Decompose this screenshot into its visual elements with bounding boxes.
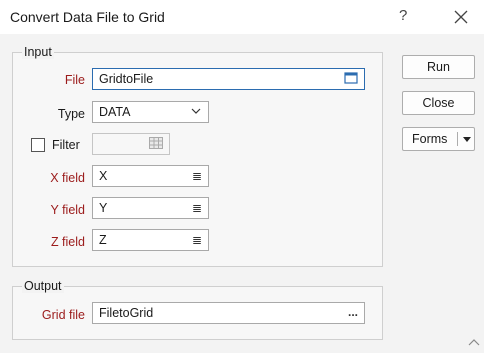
chevron-down-icon	[190, 104, 202, 121]
input-group-label: Input	[22, 45, 54, 59]
run-button[interactable]: Run	[402, 55, 475, 79]
file-label: File	[64, 73, 85, 87]
close-window-button[interactable]	[449, 5, 473, 29]
grid-file-value: FiletoGrid	[99, 306, 154, 320]
x-field-label: X field	[50, 171, 85, 185]
filter-label: Filter	[52, 138, 80, 152]
help-button[interactable]: ?	[399, 7, 407, 24]
z-field-input[interactable]: Z ≣	[92, 229, 209, 251]
y-field-input[interactable]: Y ≣	[92, 197, 209, 219]
close-button[interactable]: Close	[402, 91, 475, 115]
list-icon[interactable]: ≣	[192, 201, 202, 215]
resize-grip-icon[interactable]	[468, 337, 480, 349]
y-field-label: Y field	[50, 203, 85, 217]
window-title: Convert Data File to Grid	[10, 9, 165, 25]
grid-file-label: Grid file	[41, 308, 85, 322]
z-field-value: Z	[99, 233, 107, 247]
list-icon[interactable]: ≣	[192, 233, 202, 247]
list-icon[interactable]: ≣	[192, 169, 202, 183]
ellipsis-icon[interactable]: ...	[348, 305, 358, 319]
dropdown-arrow-icon[interactable]	[461, 128, 473, 157]
z-field-label: Z field	[50, 235, 85, 249]
file-value: GridtoFile	[99, 72, 154, 86]
table-icon	[149, 137, 163, 152]
forms-button[interactable]: Forms	[402, 127, 475, 151]
file-field[interactable]: GridtoFile	[92, 68, 365, 90]
x-field-value: X	[99, 169, 108, 183]
type-value: DATA	[99, 105, 131, 119]
filter-field[interactable]	[92, 133, 170, 155]
close-icon	[454, 10, 468, 24]
grid-file-field[interactable]: FiletoGrid ...	[92, 302, 365, 324]
title-bar: Convert Data File to Grid ?	[0, 0, 484, 34]
y-field-value: Y	[99, 201, 108, 215]
filter-checkbox[interactable]	[31, 138, 45, 152]
output-group-label: Output	[22, 279, 64, 293]
type-label: Type	[57, 107, 85, 121]
type-select[interactable]: DATA	[92, 101, 209, 123]
forms-divider	[457, 132, 458, 146]
file-browse-icon[interactable]	[344, 71, 358, 88]
x-field-input[interactable]: X ≣	[92, 165, 209, 187]
forms-label: Forms	[412, 132, 448, 146]
